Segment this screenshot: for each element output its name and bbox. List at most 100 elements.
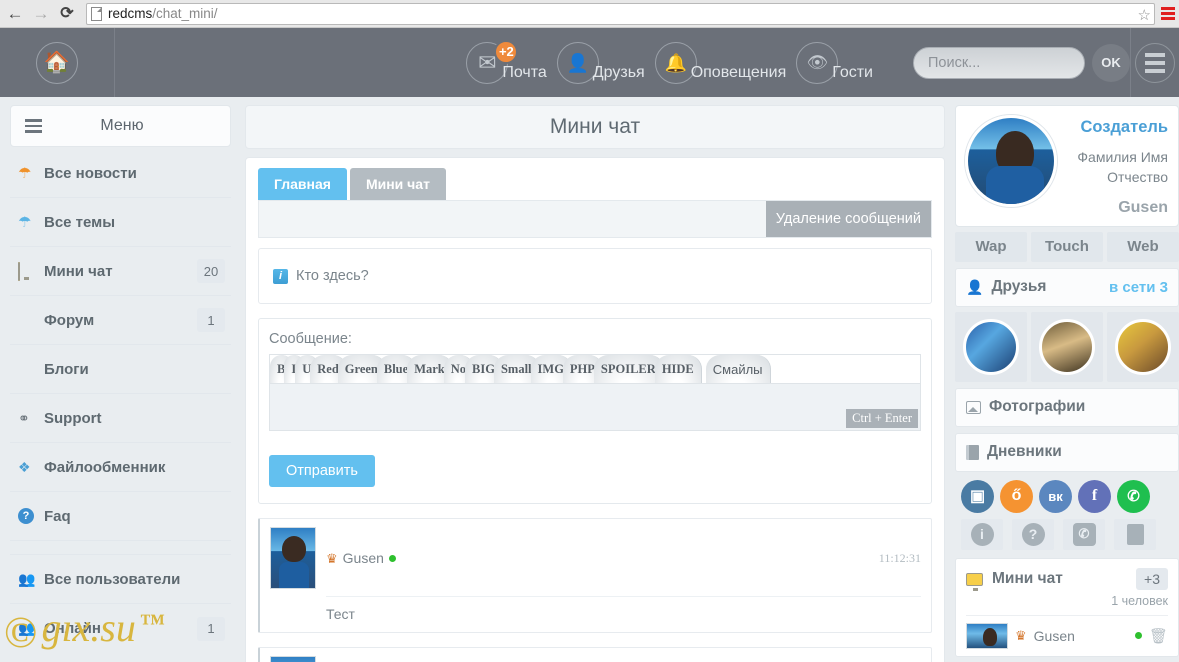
- bookmark-star-icon[interactable]: ☆: [1138, 6, 1151, 24]
- sidebar-item-all-topics[interactable]: ☂ Все темы: [10, 198, 231, 247]
- document-button[interactable]: [1114, 518, 1156, 550]
- message-user-line: ♛ Gusen: [326, 550, 879, 566]
- page-title: Мини чат: [549, 115, 641, 138]
- search-submit-button[interactable]: OK: [1092, 43, 1130, 82]
- trash-icon[interactable]: 🗑: [1149, 627, 1168, 645]
- facebook-icon[interactable]: f: [1078, 479, 1111, 513]
- forward-arrow-icon[interactable]: →: [28, 1, 54, 27]
- chrome-menu-icon[interactable]: [1159, 3, 1177, 25]
- sidebar-menu: ☂ Все новости ☂ Все темы Мини чат 20 Фор…: [10, 149, 231, 653]
- site-menu-button[interactable]: [1130, 28, 1179, 97]
- users-icon: 👥: [18, 570, 36, 587]
- sidebar-item-all-users[interactable]: 👥 Все пользователи: [10, 555, 231, 604]
- tab-bar: Главная Мини чат: [246, 158, 944, 200]
- mini-chat-header[interactable]: Мини чат +3: [966, 567, 1168, 592]
- social-row-utility: i ? ✆: [961, 518, 1173, 550]
- profile-name-line1: Фамилия Имя: [1077, 149, 1168, 165]
- url-host: redcms: [108, 6, 153, 21]
- odnoklassniki-icon[interactable]: ő: [1000, 479, 1033, 513]
- back-arrow-icon[interactable]: ←: [2, 1, 28, 27]
- friend-avatar-2[interactable]: [1031, 311, 1103, 382]
- sidebar-divider: [10, 541, 231, 555]
- avatar[interactable]: [965, 115, 1057, 207]
- help-button[interactable]: ?: [1012, 518, 1054, 550]
- mini-chat-badge: +3: [1136, 567, 1168, 590]
- bb-button-smiles[interactable]: Смайлы: [705, 355, 771, 383]
- photo-icon: [966, 400, 981, 414]
- sidebar-item-file-exchange[interactable]: ❖ Файлообменник: [10, 443, 231, 492]
- message-item: ♛ Gusen 11:12:28 Тест: [258, 647, 932, 662]
- message-username[interactable]: Gusen: [343, 550, 384, 566]
- search-input[interactable]: [913, 46, 1085, 79]
- sidebar-item-label: Онлайн: [44, 620, 101, 637]
- message-time: 11:12:31: [878, 550, 921, 565]
- instagram-icon[interactable]: ▣: [961, 479, 994, 513]
- nav-item-mail[interactable]: ✉ +2 Почта: [466, 39, 548, 84]
- sidebar-item-faq[interactable]: ? Faq: [10, 492, 231, 541]
- profile-card: Создатель Фамилия Имя Отчество Gusen: [955, 105, 1179, 227]
- nav-item-guests[interactable]: 👁 Гости: [796, 41, 875, 84]
- online-status-dot: [388, 554, 396, 562]
- chat-subbar: Удаление сообщений: [258, 200, 932, 238]
- photos-block-header[interactable]: Фотографии: [955, 387, 1179, 427]
- nav-item-notifications[interactable]: 🔔 Оповещения: [654, 41, 789, 84]
- file-exchange-icon: ❖: [18, 458, 31, 475]
- chat-panel: Главная Мини чат Удаление сообщений i Кт…: [245, 157, 945, 662]
- message-composer: Сообщение: B I U Red Green Blue Mark No …: [258, 318, 932, 504]
- url-bar[interactable]: redcms/chat_mini/ ☆: [86, 2, 1155, 25]
- view-mode-touch[interactable]: Touch: [1031, 231, 1103, 262]
- avatar[interactable]: [966, 622, 1008, 649]
- search-area: OK: [913, 43, 1130, 82]
- home-icon: 🏠: [43, 51, 71, 74]
- friend-avatar-3[interactable]: [1107, 311, 1179, 382]
- diaries-block-header[interactable]: Дневники: [955, 432, 1179, 472]
- info-icon: i: [273, 268, 288, 284]
- message-header: ♛ Gusen 11:12:28: [270, 656, 921, 662]
- nav-item-friends[interactable]: 👤 Друзья: [556, 41, 647, 84]
- mini-chat-user-row: ♛ Gusen 🗑: [966, 614, 1168, 649]
- mini-chat-username[interactable]: Gusen: [1034, 628, 1128, 644]
- bb-button-spoiler[interactable]: SPOILER: [593, 355, 664, 383]
- sidebar-item-mini-chat[interactable]: Мини чат 20: [10, 247, 231, 296]
- social-links: ▣ ő вк f ✆ i ? ✆: [955, 479, 1179, 550]
- sidebar-item-all-news[interactable]: ☂ Все новости: [10, 149, 231, 198]
- who-is-here-box[interactable]: i Кто здесь?: [258, 248, 932, 304]
- friend-avatar-1[interactable]: [955, 311, 1027, 382]
- social-row-brands: ▣ ő вк f ✆: [961, 479, 1173, 513]
- send-button[interactable]: Отправить: [269, 455, 375, 487]
- mini-chat-widget: Мини чат +3 1 человек ♛ Gusen 🗑: [955, 557, 1179, 657]
- tab-main[interactable]: Главная: [258, 168, 347, 200]
- sidebar-item-online[interactable]: 👥 Онлайн 1: [10, 604, 231, 653]
- friends-avatars: [955, 311, 1179, 382]
- delete-messages-button[interactable]: Удаление сообщений: [765, 201, 931, 237]
- reload-icon[interactable]: ⟳: [54, 1, 80, 27]
- info-button[interactable]: i: [961, 518, 1003, 550]
- message-text: Тест: [326, 606, 355, 622]
- url-text: redcms/chat_mini/: [108, 6, 218, 21]
- view-mode-web[interactable]: Web: [1107, 231, 1179, 262]
- message-item: ♛ Gusen 11:12:31 Тест: [258, 518, 932, 633]
- sidebar-item-support[interactable]: ⚭ Support: [10, 394, 231, 443]
- sidebar-header[interactable]: Меню: [10, 105, 231, 147]
- avatar[interactable]: [270, 656, 316, 662]
- friends-block-header[interactable]: 👤 Друзья в сети 3: [955, 267, 1179, 307]
- sidebar-item-forum[interactable]: Форум 1: [10, 296, 231, 345]
- nav-label-notifications: Оповещения: [690, 63, 787, 81]
- online-status-dot: [1134, 632, 1142, 640]
- avatar[interactable]: [270, 527, 316, 589]
- sidebar-item-label: Все темы: [44, 213, 116, 231]
- sidebar-item-blogs[interactable]: Блоги: [10, 345, 231, 394]
- question-icon: ?: [18, 507, 34, 524]
- phone-button[interactable]: ✆: [1063, 518, 1105, 550]
- vk-icon[interactable]: вк: [1039, 479, 1072, 513]
- composer-label: Сообщение:: [269, 331, 352, 347]
- message-textarea[interactable]: Ctrl + Enter: [269, 383, 921, 431]
- diaries-title: Дневники: [987, 443, 1062, 461]
- avatar: [1115, 318, 1171, 375]
- sidebar-toggle-icon[interactable]: [25, 119, 42, 133]
- bb-button-hide[interactable]: HIDE: [654, 355, 702, 383]
- whatsapp-icon[interactable]: ✆: [1117, 479, 1150, 513]
- tab-mini-chat[interactable]: Мини чат: [349, 168, 446, 200]
- home-button[interactable]: 🏠: [0, 28, 115, 97]
- view-mode-wap[interactable]: Wap: [955, 231, 1027, 262]
